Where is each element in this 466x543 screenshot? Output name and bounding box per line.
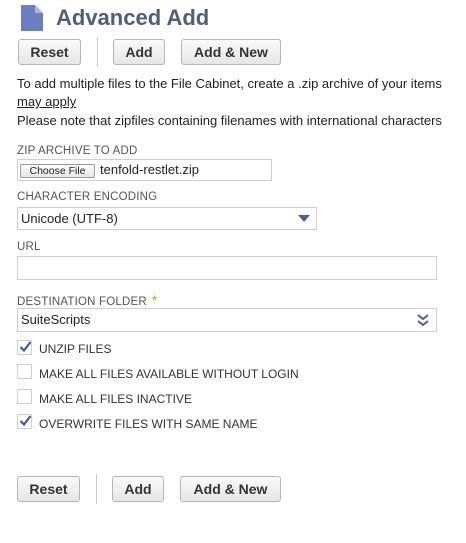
reset-button[interactable]: Reset	[18, 39, 81, 65]
toolbar-divider	[97, 37, 98, 67]
triangle-down-icon	[298, 215, 310, 222]
zip-archive-label: ZIP ARCHIVE TO ADD	[17, 145, 138, 157]
url-label: URL	[17, 241, 41, 253]
make-files-inactive-label: MAKE ALL FILES INACTIVE	[39, 392, 192, 406]
toolbar-divider-bottom	[96, 474, 97, 504]
required-asterisk: *	[151, 292, 158, 308]
character-encoding-value: Unicode (UTF-8)	[21, 211, 118, 226]
page-title: Advanced Add	[56, 5, 210, 30]
destination-folder-label: DESTINATION FOLDER *	[17, 292, 158, 308]
info-link[interactable]: may apply	[17, 94, 76, 109]
make-files-inactive-checkbox[interactable]	[17, 389, 32, 404]
destination-folder-value: SuiteScripts	[21, 312, 91, 327]
unzip-files-label: UNZIP FILES	[39, 342, 112, 356]
url-input[interactable]	[17, 256, 437, 280]
checkmark-icon	[19, 341, 32, 353]
info-line-1: To add multiple files to the File Cabine…	[17, 76, 442, 91]
character-encoding-label: CHARACTER ENCODING	[17, 191, 158, 203]
info-line-2: Please note that zipfiles containing fil…	[17, 113, 442, 128]
selected-file-name: tenfold-restlet.zip	[100, 162, 199, 177]
choose-file-button[interactable]: Choose File	[20, 164, 95, 178]
character-encoding-select[interactable]: Unicode (UTF-8)	[17, 207, 317, 230]
add-button[interactable]: Add	[113, 39, 165, 65]
available-without-login-checkbox[interactable]	[17, 364, 32, 379]
unzip-files-checkbox[interactable]	[17, 340, 32, 355]
destination-folder-select[interactable]: SuiteScripts	[17, 308, 437, 332]
overwrite-files-checkbox[interactable]	[17, 414, 32, 429]
double-chevron-icon	[417, 314, 429, 327]
add-button-bottom[interactable]: Add	[112, 476, 164, 502]
add-and-new-button[interactable]: Add & New	[181, 39, 281, 65]
reset-button-bottom[interactable]: Reset	[17, 476, 80, 502]
document-icon	[21, 5, 43, 31]
add-and-new-button-bottom[interactable]: Add & New	[180, 476, 281, 502]
available-without-login-label: MAKE ALL FILES AVAILABLE WITHOUT LOGIN	[39, 367, 299, 381]
overwrite-files-label: OVERWRITE FILES WITH SAME NAME	[39, 417, 258, 431]
checkmark-icon	[19, 415, 32, 427]
